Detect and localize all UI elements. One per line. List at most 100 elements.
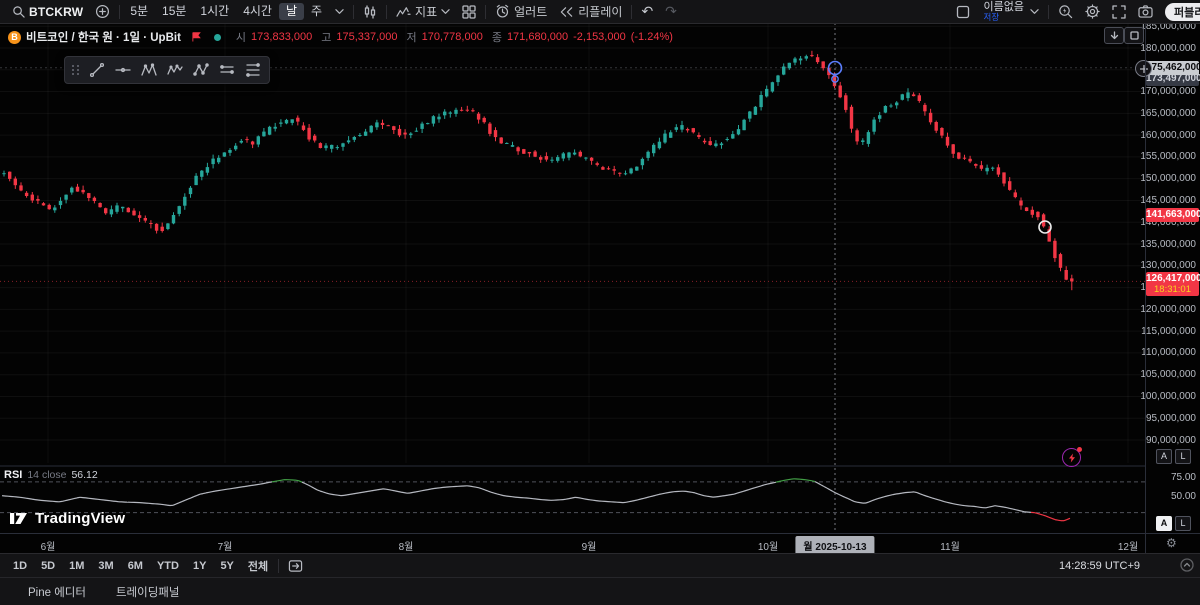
boost-icon[interactable] (1062, 448, 1081, 467)
bottom-panel-bar: Pine 에디터 트레이딩패널 (0, 577, 1200, 605)
rsi-auto-scale-button[interactable]: A (1156, 516, 1172, 531)
plus-icon (1140, 65, 1148, 73)
settings-button[interactable] (1079, 1, 1106, 23)
log-scale-button[interactable]: L (1175, 449, 1191, 464)
time-axis-gear-icon[interactable]: ⚙ (1166, 536, 1177, 550)
indicator-templates-button[interactable] (456, 1, 482, 23)
range-button-8[interactable]: 전체 (241, 558, 275, 574)
toolbar-divider (119, 5, 120, 19)
lightning-icon (1068, 453, 1076, 463)
time-axis-label: 7월 (218, 538, 233, 553)
interval-button-5[interactable]: 주 (304, 3, 329, 20)
auto-scale-button[interactable]: A (1156, 449, 1172, 464)
pane-maximize-button[interactable] (1124, 27, 1144, 44)
layout-square-icon (956, 5, 970, 19)
layout-select-button[interactable] (950, 1, 976, 23)
elliott-wave-tool-button[interactable] (163, 59, 187, 81)
layout-name-button[interactable]: 이름없음 저장 (976, 1, 1045, 23)
trend-line-tool-button[interactable] (85, 59, 109, 81)
interval-button-2[interactable]: 1시간 (193, 3, 236, 20)
go-to-date-button[interactable] (282, 555, 309, 577)
rsi-params: 14 close (27, 469, 66, 481)
range-button-5D[interactable]: 5D (34, 560, 62, 572)
symbol-title[interactable]: 비트코인 / 한국 원 · 1일 · UpBit (26, 29, 181, 45)
camera-icon (1138, 5, 1153, 18)
range-button-1M[interactable]: 1M (62, 560, 91, 572)
interval-group: 5분15분1시간4시간날주 (123, 3, 329, 20)
floating-drawing-toolbar (64, 56, 270, 84)
short-position-tool-button[interactable] (241, 59, 265, 81)
interval-button-1[interactable]: 15분 (155, 3, 193, 20)
candles-icon (363, 5, 377, 19)
price-axis-label: 130,000,000 (1140, 259, 1196, 272)
toolbar-divider (631, 5, 632, 19)
time-axis-label: 12월 (1118, 538, 1138, 553)
time-axis[interactable]: 월 2025-10-13 ⚙ 6월7월8월9월10월11월12월 (0, 533, 1200, 554)
publish-button[interactable]: 퍼블리시 (1165, 3, 1200, 21)
flag-icon[interactable] (192, 32, 201, 42)
clock[interactable]: 14:28:59 UTC+9 (1059, 560, 1140, 572)
time-axis-label: 10월 (758, 538, 778, 553)
pane-move-down-button[interactable] (1104, 27, 1124, 44)
price-scale[interactable]: 175,462,000 173,497,000 141,663,000 126,… (1145, 23, 1200, 533)
abcd-pattern-tool-button[interactable] (189, 59, 213, 81)
last-price-label: 126,417,000 18:31:01 (1146, 272, 1199, 296)
expand-panel-button[interactable] (1180, 558, 1194, 572)
arrow-down-icon (1110, 31, 1119, 41)
symbol-search-button[interactable]: BTCKRW (6, 1, 89, 23)
high-value: 175,337,000 (336, 31, 397, 43)
rsi-value: 56.12 (71, 469, 97, 481)
interval-button-3[interactable]: 4시간 (236, 3, 279, 20)
replay-button[interactable]: 리플레이 (553, 1, 628, 23)
long-position-tool-button[interactable] (215, 59, 239, 81)
save-layout-link[interactable]: 저장 (984, 12, 1000, 22)
toolbar-divider (485, 5, 486, 19)
range-button-1D[interactable]: 1D (6, 560, 34, 572)
range-button-5Y[interactable]: 5Y (213, 560, 240, 572)
interval-button-4[interactable]: 날 (279, 3, 304, 20)
market-status-icon[interactable] (214, 34, 221, 41)
toolbar-right-group: 이름없음 저장 퍼블리시 (950, 1, 1200, 23)
panel-bar-item-0[interactable]: Pine 에디터 (28, 584, 86, 600)
rsi-log-scale-button[interactable]: L (1175, 516, 1191, 531)
undo-button[interactable]: ↶ (635, 1, 659, 23)
price-axis-label: 95,000,000 (1146, 412, 1196, 425)
screenshot-button[interactable] (1132, 1, 1159, 23)
low-label: 저 (407, 29, 417, 45)
redo-button[interactable]: ↷ (659, 1, 683, 23)
price-axis-label: 180,000,000 (1140, 42, 1196, 55)
abcd-pattern-icon (193, 62, 209, 78)
chart-style-button[interactable] (357, 1, 383, 23)
range-button-6M[interactable]: 6M (121, 560, 150, 572)
rsi-title[interactable]: RSI (4, 469, 22, 481)
fullscreen-button[interactable] (1106, 1, 1132, 23)
main-chart[interactable] (0, 23, 1145, 533)
add-alert-plus-icon[interactable] (1135, 60, 1152, 77)
panel-bar-item-1[interactable]: 트레이딩패널 (116, 584, 179, 600)
quick-search-icon (1058, 4, 1073, 19)
range-button-YTD[interactable]: YTD (150, 560, 186, 572)
chart-region: TradingView B 비트코인 / 한국 원 · 1일 · UpBit 시… (0, 23, 1145, 533)
close-value: 171,680,000 (507, 31, 568, 43)
compare-add-button[interactable] (89, 1, 116, 23)
toolbar-divider (353, 5, 354, 19)
horizontal-line-tool-button[interactable] (111, 59, 135, 81)
price-axis-label: 90,000,000 (1146, 434, 1196, 447)
price-axis-label: 115,000,000 (1141, 325, 1196, 338)
go-to-date-icon (288, 559, 303, 573)
axis-separator (1145, 23, 1146, 553)
interval-dropdown-button[interactable] (329, 1, 350, 23)
range-button-1Y[interactable]: 1Y (186, 560, 213, 572)
drag-handle[interactable] (69, 65, 83, 75)
price-axis-label: 110,000,000 (1141, 346, 1196, 359)
change-value: -2,153,000 (573, 31, 626, 43)
alert-button[interactable]: 얼러트 (489, 1, 553, 23)
toolbar-left-group: BTCKRW 5분15분1시간4시간날주 지표 (0, 1, 683, 23)
indicators-button[interactable]: 지표 (390, 1, 456, 23)
chevron-down-icon (335, 8, 344, 15)
quick-search-button[interactable] (1052, 1, 1079, 23)
xabcd-pattern-tool-button[interactable] (137, 59, 161, 81)
interval-button-0[interactable]: 5분 (123, 3, 155, 20)
range-button-3M[interactable]: 3M (91, 560, 120, 572)
layout-name-block: 이름없음 저장 (982, 2, 1026, 22)
